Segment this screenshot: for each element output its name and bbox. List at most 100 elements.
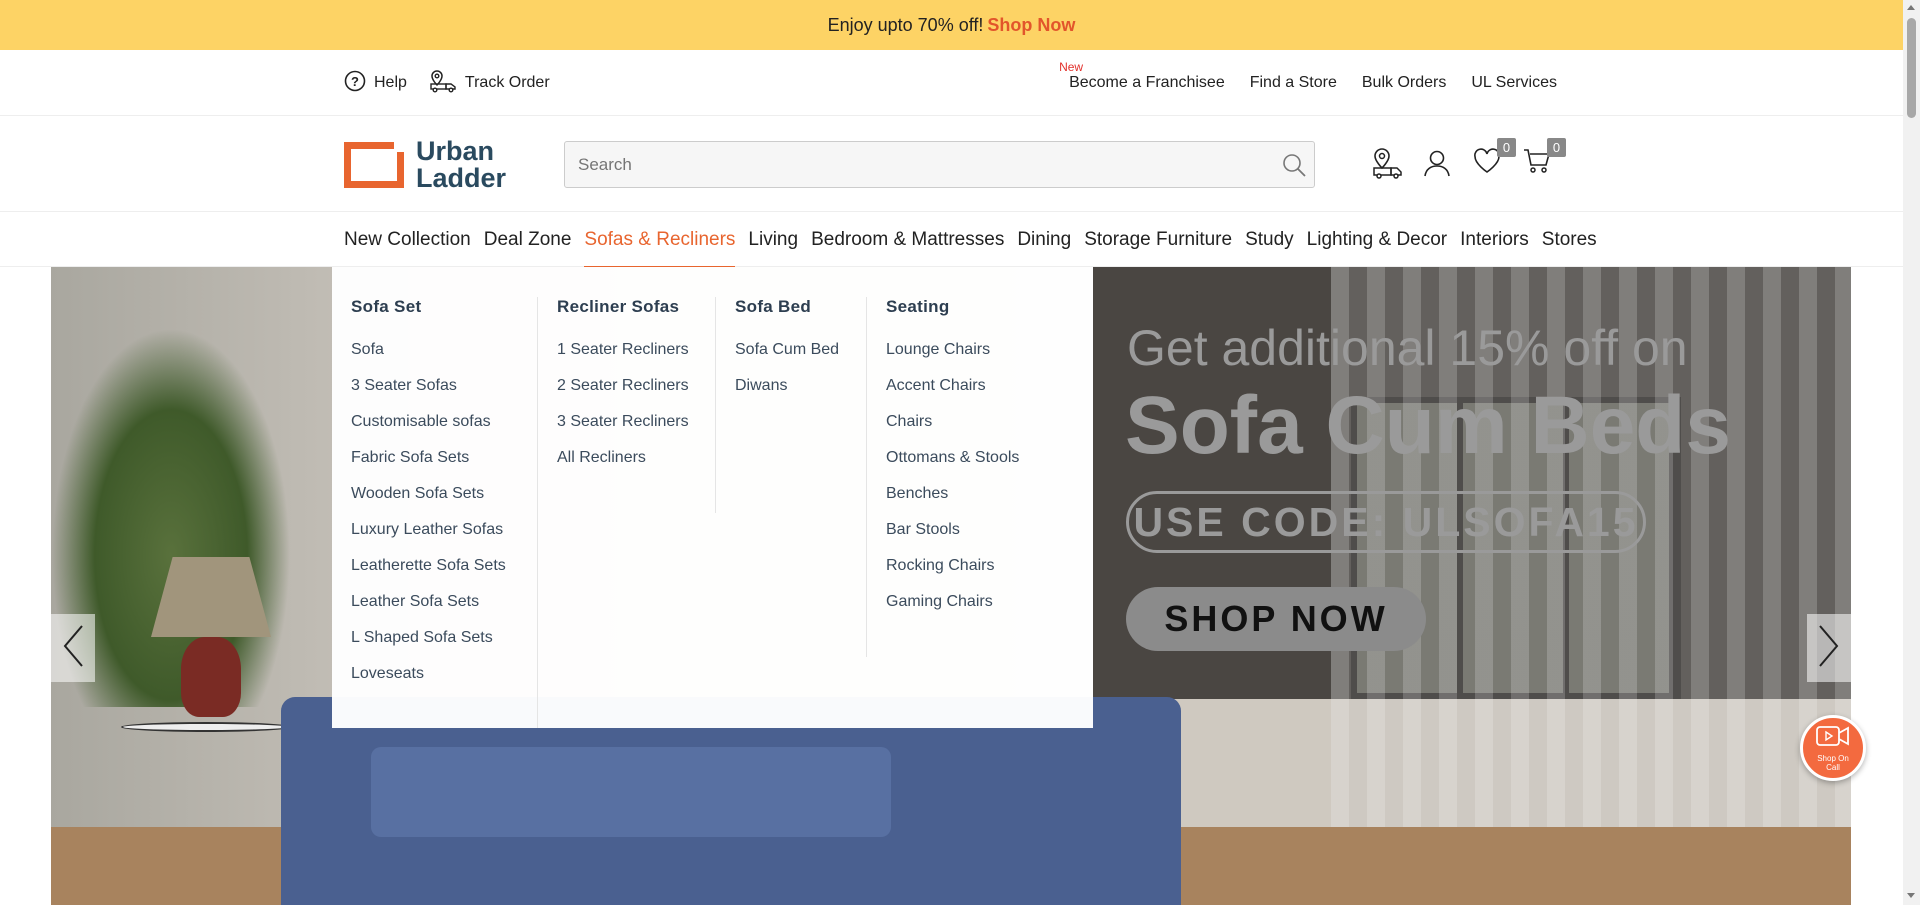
promo-text: Enjoy upto 70% off! [827, 14, 984, 35]
mega-col-seating: Seating Lounge Chairs Accent Chairs Chai… [867, 297, 1067, 728]
mega-col-title[interactable]: Seating [886, 297, 1049, 323]
promo-shop-now-link[interactable]: Shop Now [987, 15, 1075, 36]
mega-link[interactable]: Leatherette Sofa Sets [351, 555, 519, 591]
mega-link[interactable]: Diwans [735, 375, 848, 411]
hero-headline: Get additional 15% off on [1127, 320, 1688, 376]
mega-link[interactable]: Benches [886, 483, 1049, 519]
search-input[interactable] [565, 142, 1274, 187]
header-icons: 0 0 [1370, 138, 1566, 182]
mega-link[interactable]: Lounge Chairs [886, 339, 1049, 375]
logo[interactable]: Urban Ladder [344, 138, 506, 192]
scroll-up-arrow-icon[interactable] [1907, 5, 1915, 10]
mega-link[interactable]: Rocking Chairs [886, 555, 1049, 591]
hero-side-table [121, 722, 291, 732]
mega-col-recliner-sofas: Recliner Sofas 1 Seater Recliners 2 Seat… [538, 297, 716, 513]
cart-button[interactable]: 0 [1520, 138, 1566, 182]
store-locator-icon[interactable] [1370, 144, 1404, 182]
video-call-icon [1815, 725, 1851, 752]
hero-sofa-seat [371, 747, 891, 837]
nav-new-collection[interactable]: New Collection [344, 212, 471, 267]
mega-link[interactable]: Accent Chairs [886, 375, 1049, 411]
utility-left: ? Help Track Order [344, 50, 550, 116]
hero-shop-now-button[interactable]: SHOP NOW [1126, 587, 1426, 651]
mega-link[interactable]: L Shaped Sofa Sets [351, 627, 519, 663]
shop-on-call-line2: Call [1826, 762, 1840, 772]
mega-link[interactable]: 3 Seater Sofas [351, 375, 519, 411]
mega-link[interactable]: Chairs [886, 411, 1049, 447]
cart-count-badge: 0 [1547, 138, 1566, 157]
find-store-link[interactable]: Find a Store [1250, 74, 1337, 92]
shop-on-call-button[interactable]: Shop On Call [1800, 715, 1866, 781]
franchise-link[interactable]: New Become a Franchisee [1059, 60, 1225, 92]
mega-link[interactable]: Bar Stools [886, 519, 1049, 555]
scroll-down-arrow-icon[interactable] [1907, 893, 1915, 898]
page-scrollbar[interactable] [1903, 0, 1920, 905]
track-order-label: Track Order [464, 74, 550, 91]
wishlist-button[interactable]: 0 [1470, 138, 1516, 182]
nav-sofas-recliners[interactable]: Sofas & Recliners [584, 212, 736, 268]
carousel-prev-button[interactable] [51, 614, 95, 682]
main-header: Urban Ladder 0 0 [0, 116, 1903, 212]
nav-dining[interactable]: Dining [1017, 212, 1071, 267]
mega-link[interactable]: Wooden Sofa Sets [351, 483, 519, 519]
mega-link[interactable]: 1 Seater Recliners [557, 339, 697, 375]
wishlist-count-badge: 0 [1497, 138, 1516, 157]
nav-storage-furniture[interactable]: Storage Furniture [1084, 212, 1232, 267]
mega-link[interactable]: Gaming Chairs [886, 591, 1049, 627]
search-box [564, 141, 1315, 188]
mega-link[interactable]: 2 Seater Recliners [557, 375, 697, 411]
mega-link[interactable]: Customisable sofas [351, 411, 519, 447]
mega-col-title[interactable]: Sofa Set [351, 297, 519, 323]
category-nav: New Collection Deal Zone Sofas & Recline… [0, 212, 1903, 268]
nav-lighting-decor[interactable]: Lighting & Decor [1307, 212, 1447, 267]
mega-link[interactable]: Sofa Cum Bed [735, 339, 848, 375]
hero-title: Sofa Cum Beds [1125, 380, 1731, 471]
utility-bar: ? Help Track Order New Become a Franchis… [0, 50, 1903, 116]
mega-link[interactable]: Leather Sofa Sets [351, 591, 519, 627]
utility-right: New Become a Franchisee Find a Store Bul… [1059, 50, 1557, 116]
hero-coupon-code: USE CODE: ULSOFA15 [1126, 491, 1646, 553]
logo-line1: Urban [416, 136, 495, 166]
scrollbar-thumb[interactable] [1907, 18, 1916, 118]
mega-link[interactable]: Fabric Sofa Sets [351, 447, 519, 483]
nav-interiors[interactable]: Interiors [1460, 212, 1529, 267]
sofas-mega-menu: Sofa Set Sofa 3 Seater Sofas Customisabl… [332, 267, 1093, 728]
search-icon[interactable] [1274, 142, 1314, 187]
track-order-link[interactable]: Track Order [429, 69, 550, 98]
help-label: Help [374, 74, 407, 91]
shop-on-call-line1: Shop On [1817, 753, 1849, 763]
franchise-label: Become a Franchisee [1069, 74, 1225, 91]
logo-text: Urban Ladder [416, 138, 506, 192]
mega-link[interactable]: Luxury Leather Sofas [351, 519, 519, 555]
nav-living[interactable]: Living [748, 212, 798, 267]
promo-bar: Enjoy upto 70% off! Shop Now [0, 0, 1903, 50]
chevron-left-icon [62, 624, 84, 673]
logo-line2: Ladder [416, 163, 507, 193]
mega-col-title[interactable]: Recliner Sofas [557, 297, 697, 323]
svg-text:?: ? [351, 74, 359, 89]
nav-stores[interactable]: Stores [1542, 212, 1597, 267]
help-link[interactable]: ? Help [344, 70, 407, 97]
mega-link[interactable]: Loveseats [351, 663, 519, 699]
carousel-next-button[interactable] [1807, 614, 1851, 682]
mega-col-title[interactable]: Sofa Bed [735, 297, 848, 323]
mega-link[interactable]: All Recliners [557, 447, 697, 483]
mega-col-sofa-set: Sofa Set Sofa 3 Seater Sofas Customisabl… [332, 297, 538, 728]
shop-on-call-label: Shop On Call [1817, 754, 1849, 772]
ul-services-link[interactable]: UL Services [1471, 74, 1557, 92]
bulk-orders-link[interactable]: Bulk Orders [1362, 74, 1446, 92]
nav-deal-zone[interactable]: Deal Zone [484, 212, 572, 267]
nav-study[interactable]: Study [1245, 212, 1294, 267]
hero-lamp-base [181, 637, 241, 717]
mega-link[interactable]: Sofa [351, 339, 519, 375]
track-order-icon [429, 69, 457, 98]
help-icon: ? [344, 70, 366, 97]
chevron-right-icon [1818, 624, 1840, 673]
new-tag: New [1059, 60, 1084, 74]
mega-col-sofa-bed: Sofa Bed Sofa Cum Bed Diwans [716, 297, 867, 657]
logo-mark [344, 142, 404, 188]
mega-link[interactable]: Ottomans & Stools [886, 447, 1049, 483]
user-icon[interactable] [1420, 144, 1454, 182]
nav-bedroom-mattresses[interactable]: Bedroom & Mattresses [811, 212, 1004, 267]
mega-link[interactable]: 3 Seater Recliners [557, 411, 697, 447]
